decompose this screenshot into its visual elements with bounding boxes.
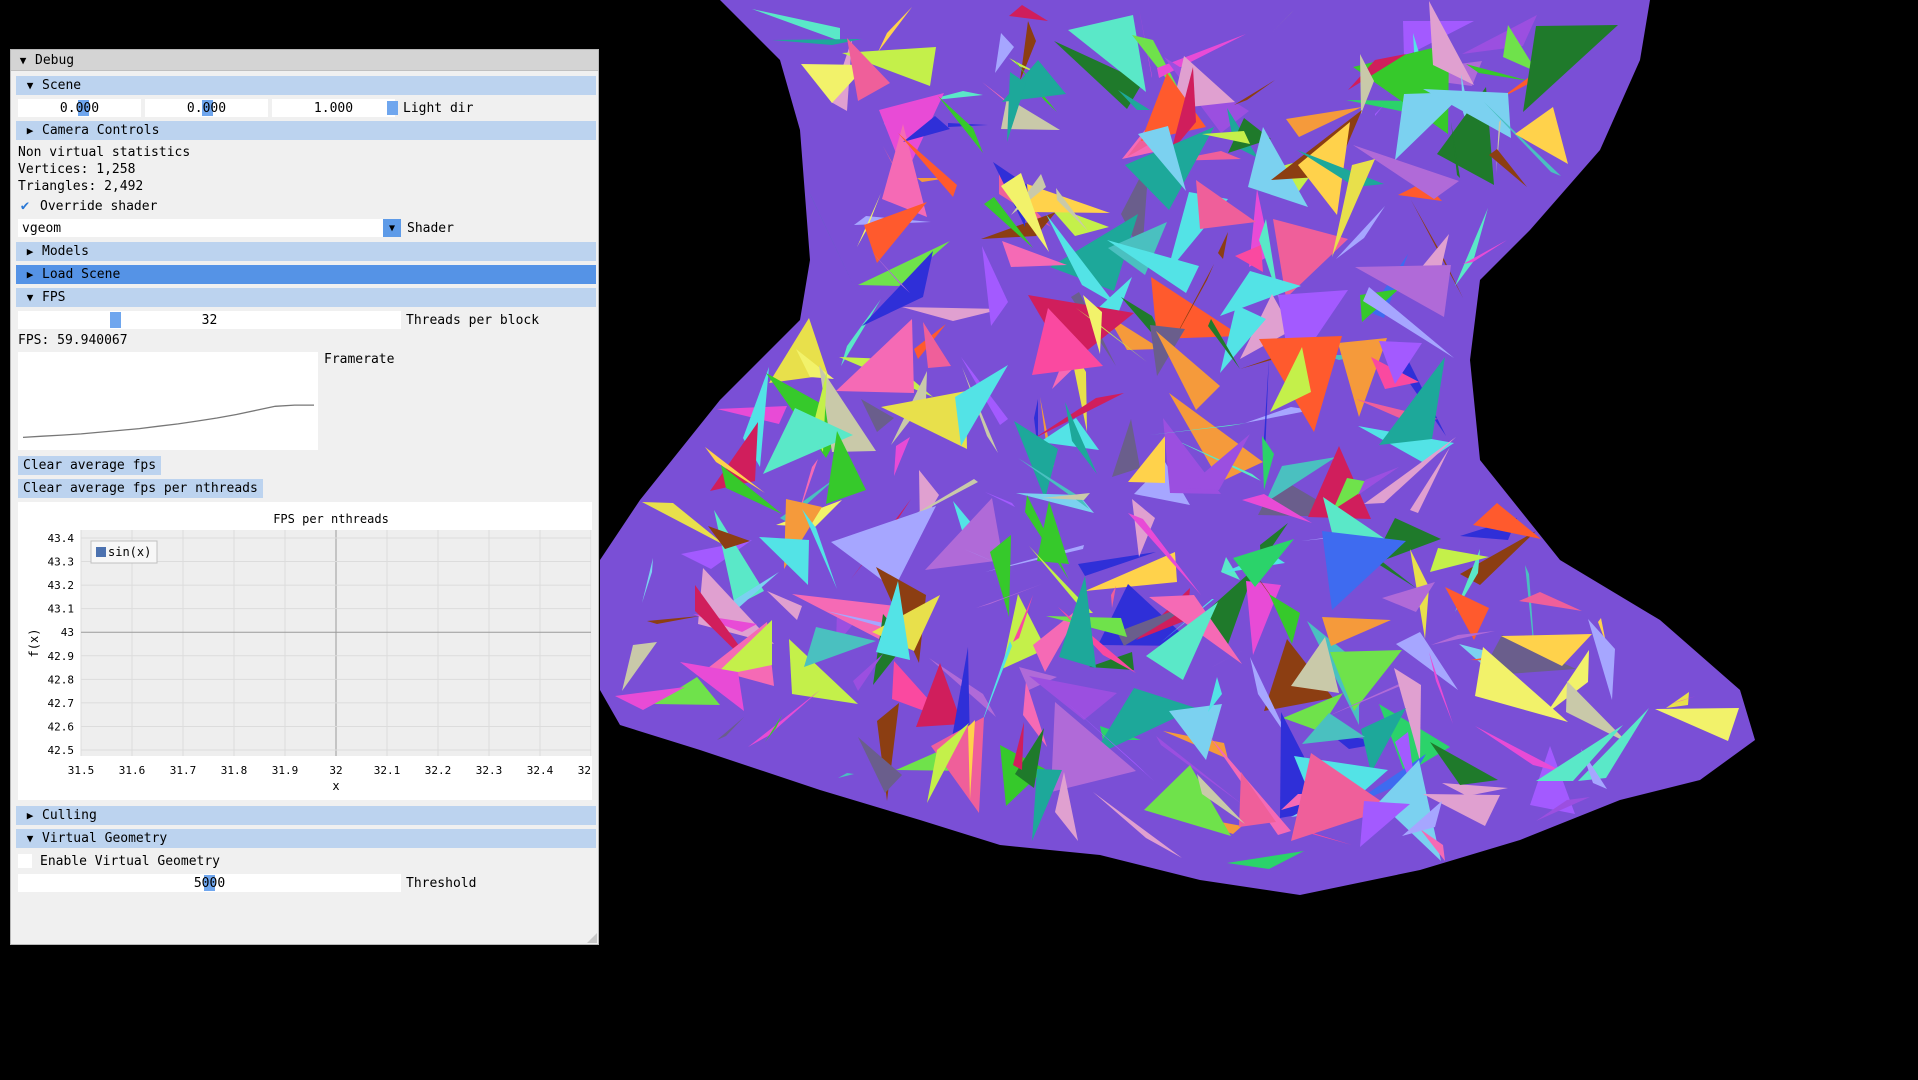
threshold-label: Threshold	[406, 875, 477, 891]
override-shader-label: Override shader	[40, 198, 158, 214]
stats-title: Non virtual statistics	[18, 144, 191, 160]
enable-virtual-geometry-label: Enable Virtual Geometry	[40, 853, 221, 869]
chevron-right-icon: ▶	[26, 245, 34, 258]
debug-window-title-bar[interactable]: ▼ Debug	[11, 50, 598, 71]
threads-per-block-label: Threads per block	[406, 312, 540, 328]
threads-per-block-value: 32	[201, 312, 218, 328]
clear-average-fps-per-nthreads-button[interactable]: Clear average fps per nthreads	[18, 479, 263, 498]
resize-grip[interactable]	[587, 933, 597, 943]
framerate-label: Framerate	[324, 351, 395, 367]
culling-header[interactable]: ▶ Culling	[16, 806, 596, 825]
checkbox-box	[18, 854, 32, 868]
light-dir-y-field[interactable]: 0.000	[145, 99, 268, 117]
light-dir-z-value: 1.000	[313, 100, 354, 116]
vertices-count: Vertices: 1,258	[18, 161, 136, 177]
y-tick-label: 42.6	[48, 720, 75, 733]
x-tick-label: 31.6	[119, 764, 146, 777]
chevron-down-icon: ▼	[26, 832, 34, 845]
x-tick-label: 32.1	[374, 764, 401, 777]
virtual-geometry-header[interactable]: ▼ Virtual Geometry	[16, 829, 596, 848]
x-tick-label: 32	[329, 764, 342, 777]
framerate-plot	[18, 352, 318, 450]
shader-label: Shader	[407, 220, 454, 236]
threads-per-block-slider[interactable]: 32	[18, 311, 401, 329]
y-tick-label: 42.9	[48, 650, 75, 663]
shader-select-value: vgeom	[22, 220, 62, 236]
y-tick-label: 43	[61, 626, 74, 639]
fps-readout: FPS: 59.940067	[18, 332, 128, 348]
fps-per-nthreads-chart: FPS per nthreads 31.5 31.6 31.7 31.8 31.9 32 3…	[18, 502, 604, 800]
enable-virtual-geometry-checkbox[interactable]: Enable Virtual Geometry	[18, 852, 220, 870]
chart-legend: sin(x)	[90, 540, 158, 564]
triangles-count: Triangles: 2,492	[18, 178, 144, 194]
x-tick-label: 31.8	[221, 764, 248, 777]
y-tick-label: 43.2	[48, 579, 75, 592]
light-dir-y-value: 0.000	[186, 100, 227, 116]
y-axis-label: f(x)	[27, 629, 41, 658]
light-dir-x-value: 0.000	[59, 100, 100, 116]
camera-controls-label: Camera Controls	[42, 123, 160, 138]
virtual-geometry-label: Virtual Geometry	[42, 831, 168, 846]
models-header[interactable]: ▶ Models	[16, 242, 596, 261]
legend-swatch	[96, 547, 106, 557]
chevron-down-icon: ▼	[26, 291, 34, 304]
x-tick-label: 31.7	[170, 764, 197, 777]
x-tick-label: 31.9	[272, 764, 299, 777]
scene-header[interactable]: ▼ Scene	[16, 76, 596, 95]
framerate-series-line	[22, 404, 314, 439]
chart-title: FPS per nthreads	[273, 512, 389, 526]
shader-select[interactable]: vgeom ▼	[18, 219, 401, 237]
clear-average-fps-button[interactable]: Clear average fps	[18, 456, 162, 475]
x-tick-label: 31.5	[68, 764, 95, 777]
camera-controls-header[interactable]: ▶ Camera Controls	[16, 121, 596, 140]
chevron-right-icon: ▶	[26, 268, 34, 281]
chevron-down-icon[interactable]: ▼	[383, 219, 401, 237]
x-axis-label: x	[332, 779, 339, 793]
load-scene-label: Load Scene	[42, 267, 121, 282]
x-tick-label: 32.4	[527, 764, 554, 777]
chevron-right-icon: ▶	[26, 809, 34, 822]
light-dir-color-swatch[interactable]	[387, 101, 398, 115]
x-tick-label: 32.5	[578, 764, 592, 777]
chevron-right-icon: ▶	[26, 124, 34, 137]
culling-label: Culling	[42, 808, 97, 823]
x-tick-label: 32.2	[425, 764, 452, 777]
checkmark-icon: ✔	[20, 198, 30, 214]
threshold-slider[interactable]: 5000	[18, 874, 401, 892]
framerate-line	[22, 404, 314, 439]
fps-header-label: FPS	[42, 290, 66, 305]
light-dir-label: Light dir	[403, 100, 474, 116]
legend-label: sin(x)	[108, 545, 151, 559]
load-scene-header[interactable]: ▶ Load Scene	[16, 265, 596, 284]
threshold-value: 5000	[193, 875, 226, 891]
y-tick-label: 42.8	[48, 673, 75, 686]
chevron-down-icon: ▼	[26, 79, 34, 92]
slider-grab[interactable]	[110, 312, 121, 328]
models-label: Models	[42, 244, 89, 259]
y-tick-label: 42.7	[48, 697, 75, 710]
y-tick-label: 42.5	[48, 744, 75, 757]
fps-header[interactable]: ▼ FPS	[16, 288, 596, 307]
x-tick-label: 32.3	[476, 764, 503, 777]
y-tick-label: 43.4	[48, 532, 75, 545]
collapse-arrow-icon[interactable]: ▼	[17, 54, 29, 67]
fps-per-nthreads-svg: FPS per nthreads 31.5 31.6 31.7 31.8 31.9 32 3…	[27, 512, 604, 793]
override-shader-checkbox[interactable]: ✔ Override shader	[18, 197, 158, 215]
light-dir-x-field[interactable]: 0.000	[18, 99, 141, 117]
debug-window-title: Debug	[35, 52, 75, 68]
light-dir-z-field[interactable]: 1.000	[272, 99, 395, 117]
y-tick-label: 43.1	[48, 603, 75, 616]
y-tick-label: 43.3	[48, 556, 75, 569]
debug-window[interactable]: ▼ Debug ▼ Scene 0.000 0.000 1.000 Light …	[10, 49, 604, 945]
scene-header-label: Scene	[42, 78, 82, 93]
